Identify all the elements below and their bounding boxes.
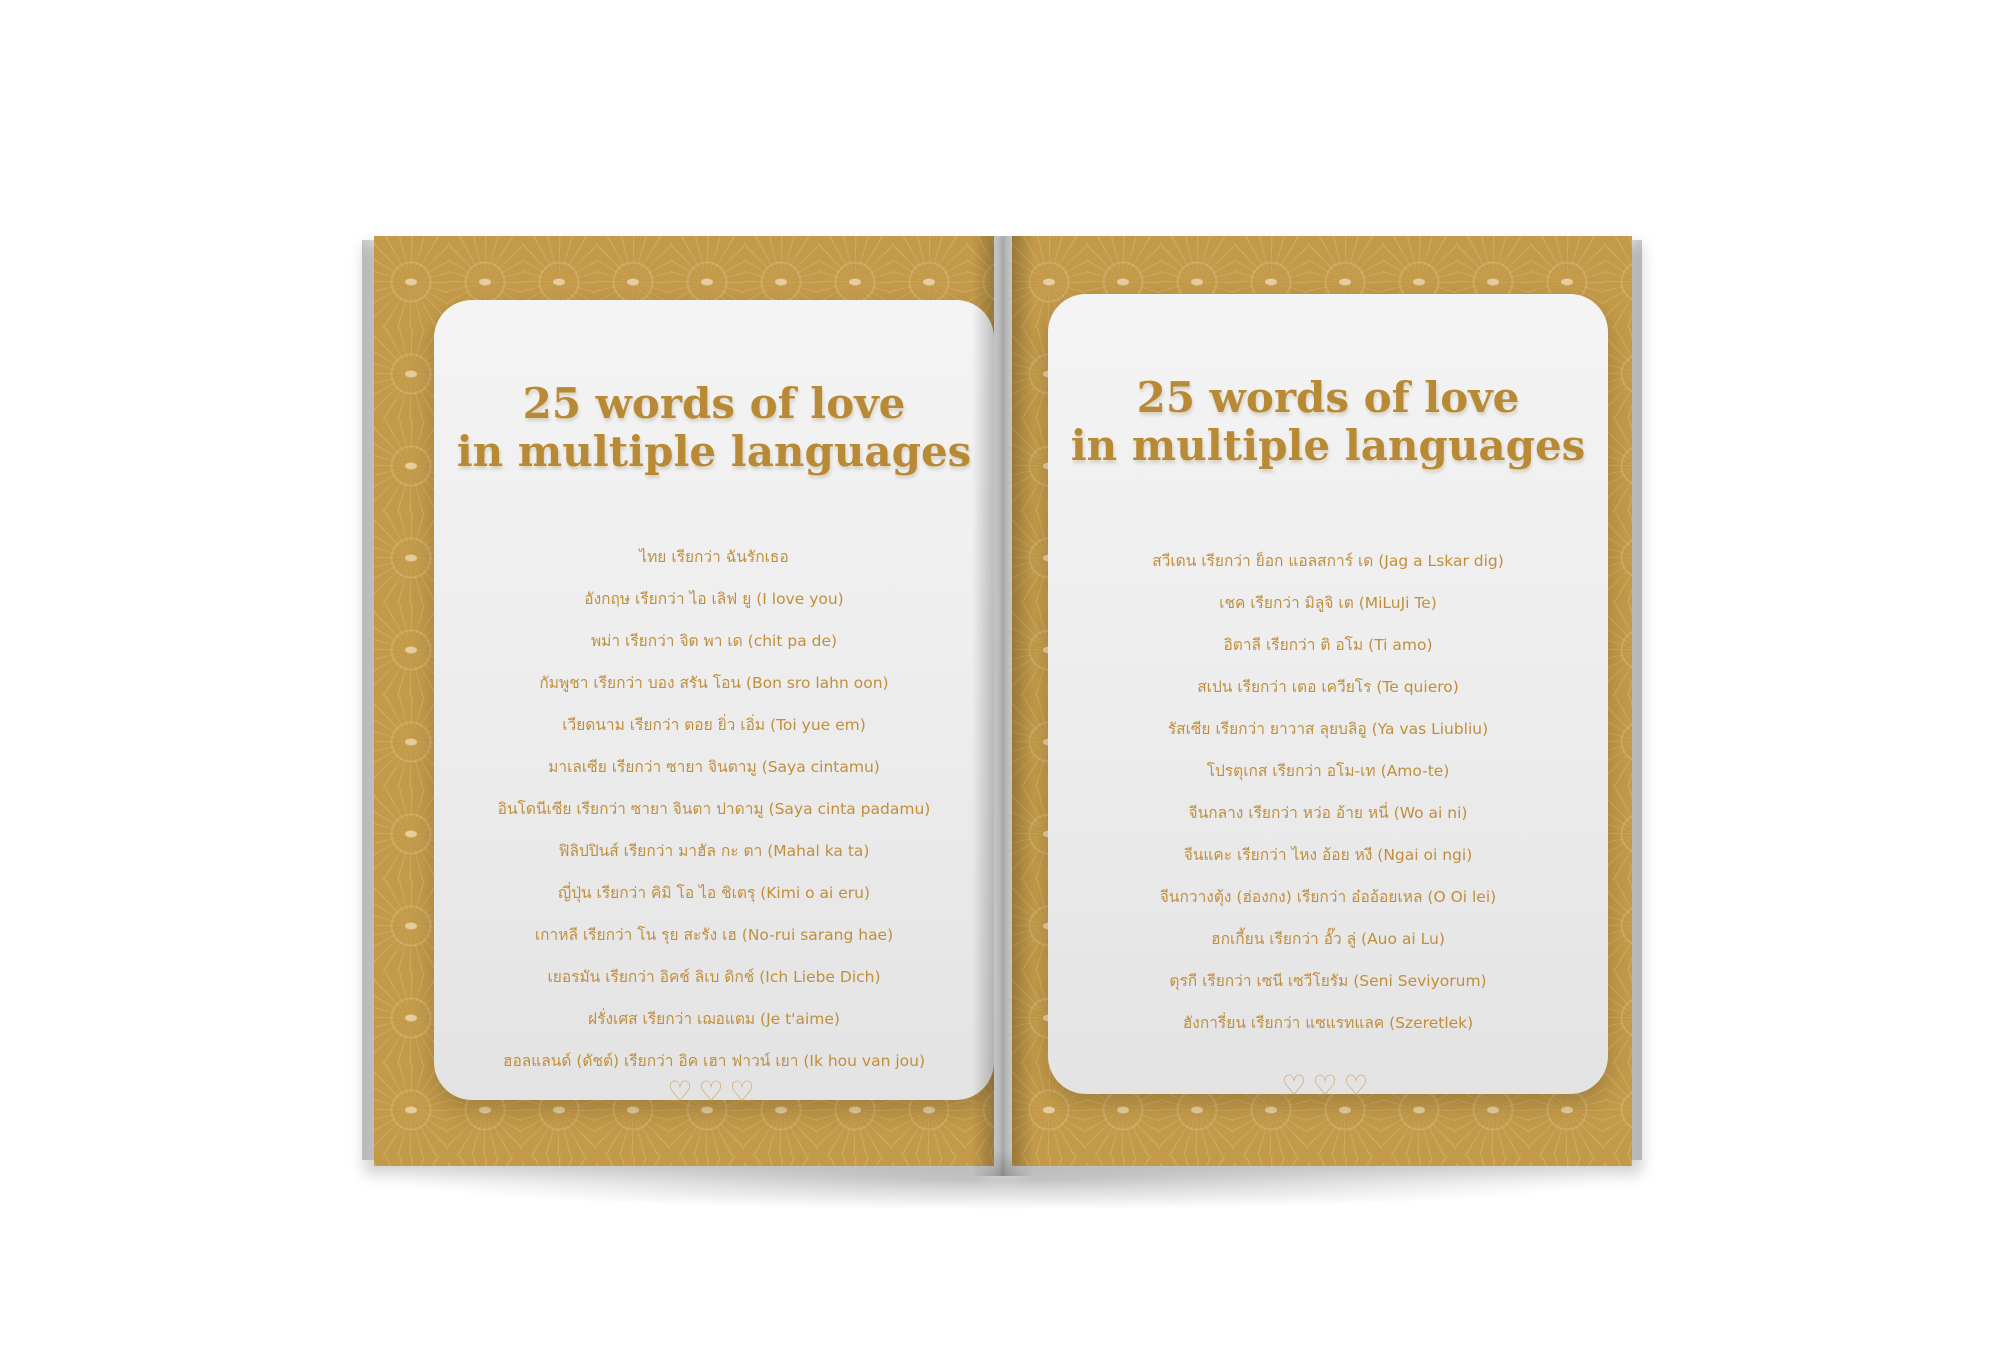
list-item: เชค เรียกว่า มิลูจิ เต (MiLuJi Te): [1219, 594, 1437, 612]
left-title-line-1: 25 words of love: [522, 379, 906, 428]
left-page-title: 25 words of love in multiple languages: [434, 380, 994, 476]
list-item: ฮกเกี้ยน เรียกว่า อั๊ว ลู่ (Auo ai Lu): [1211, 930, 1445, 948]
list-item: มาเลเซีย เรียกว่า ซายา จินตามู (Saya cin…: [548, 758, 880, 776]
right-page: 25 words of love in multiple languages ส…: [1012, 236, 1632, 1166]
list-item: ฝรั่งเศส เรียกว่า เฌอแตม (Je t'aime): [588, 1010, 840, 1028]
list-item: ไทย เรียกว่า ฉันรักเธอ: [639, 548, 789, 566]
book-spine-gutter: [972, 236, 1034, 1176]
list-item: ฮังการี่ยน เรียกว่า แซแรทแลค (Szeretlek): [1182, 1014, 1474, 1032]
list-item: จีนแคะ เรียกว่า ไหง อ้อย หงี (Ngai oi ng…: [1183, 846, 1473, 864]
list-item: อังกฤษ เรียกว่า ไอ เลิฟ ยู (I love you): [584, 590, 844, 608]
list-item: กัมพูชา เรียกว่า บอง สรัน โอน (Bon sro l…: [539, 674, 889, 692]
list-item: จีนกวางตุ้ง (ฮ่องกง) เรียกว่า อ๋ออ้อยเหล…: [1159, 888, 1497, 906]
left-love-phrase-list: ไทย เรียกว่า ฉันรักเธอ อังกฤษ เรียกว่า ไ…: [434, 536, 994, 1082]
right-love-phrase-list: สวีเดน เรียกว่า ย็อก แอลสการ์ เด (Jag a …: [1048, 540, 1608, 1044]
right-title-line-1: 25 words of love: [1136, 373, 1520, 422]
right-title-line-2: in multiple languages: [1070, 421, 1586, 470]
list-item: จีนกลาง เรียกว่า หว่อ อ้าย หนี่ (Wo ai n…: [1188, 804, 1468, 822]
right-page-title: 25 words of love in multiple languages: [1048, 374, 1608, 470]
right-content-card: 25 words of love in multiple languages ส…: [1048, 294, 1608, 1102]
left-page: 25 words of love in multiple languages ไ…: [374, 236, 994, 1166]
list-item: พม่า เรียกว่า จิต พา เด (chit pa de): [590, 632, 838, 650]
heart-icon: ♡♡♡: [1281, 1069, 1375, 1102]
open-book: 25 words of love in multiple languages ไ…: [362, 236, 1642, 1186]
list-item: เกาหลี เรียกว่า โน รุย สะรัง เฮ (No-rui …: [534, 926, 894, 944]
list-item: รัสเซีย เรียกว่า ยาวาส ลุยบลิอู (Ya vas …: [1167, 720, 1489, 738]
left-title-line-2: in multiple languages: [456, 427, 972, 476]
list-item: เยอรมัน เรียกว่า อิคช์ ลิเบ ดิกช์ (Ich L…: [547, 968, 881, 986]
heart-icon: ♡♡♡: [667, 1075, 761, 1108]
list-item: ฟิลิปปินส์ เรียกว่า มาฮัล กะ ตา (Mahal k…: [558, 842, 870, 860]
left-content-card: 25 words of love in multiple languages ไ…: [434, 300, 994, 1108]
list-item: ตุรกี เรียกว่า เซนี เซวีโยรัม (Seni Sevi…: [1169, 972, 1487, 990]
list-item: โปรตุเกส เรียกว่า อโม-เท (Amo-te): [1206, 762, 1450, 780]
list-item: สวีเดน เรียกว่า ย็อก แอลสการ์ เด (Jag a …: [1152, 552, 1504, 570]
list-item: ญี่ปุ่น เรียกว่า คิมิ โอ ไอ ชิเตรุ (Kimi…: [557, 884, 870, 902]
list-item: สเปน เรียกว่า เตอ เควียโร (Te quiero): [1197, 678, 1459, 696]
list-item: เวียดนาม เรียกว่า ตอย ยิ่ว เอิ่ม (Toi yu…: [562, 716, 866, 734]
list-item: อิตาลี เรียกว่า ติ อโม (Ti amo): [1223, 636, 1433, 654]
list-item: อินโดนีเซีย เรียกว่า ซายา จินตา ปาดามู (…: [497, 800, 931, 818]
